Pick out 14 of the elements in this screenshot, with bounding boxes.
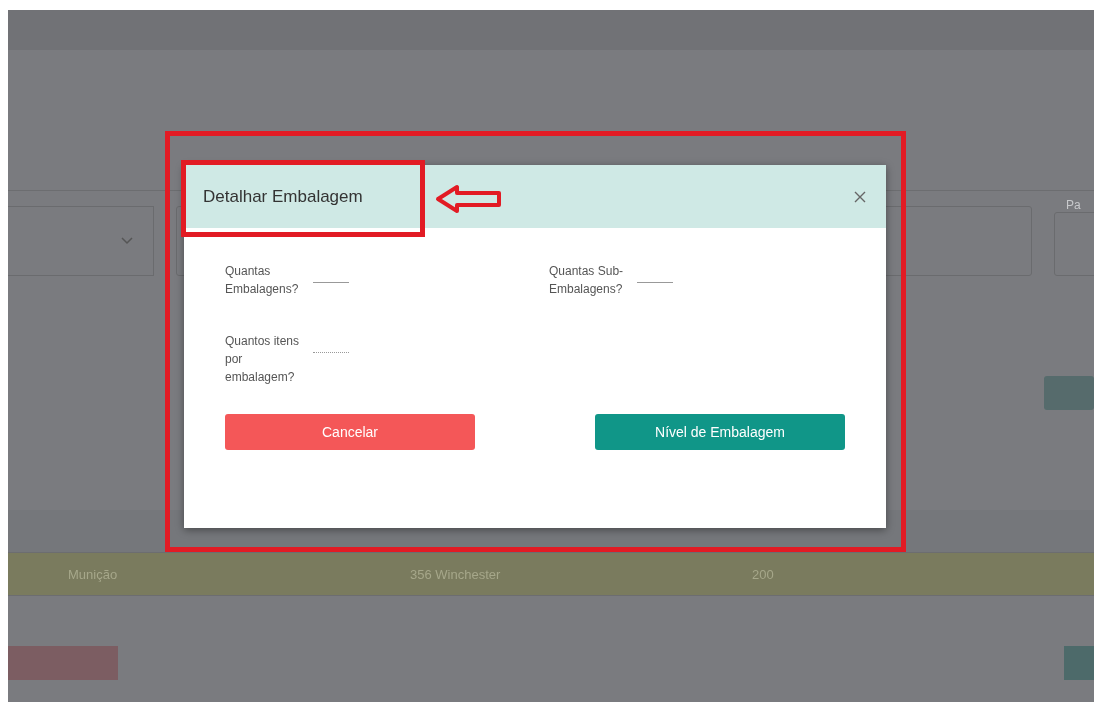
arrow-icon [435,184,503,214]
close-icon[interactable] [854,190,866,203]
select-field[interactable] [8,206,154,276]
action-button[interactable] [1044,376,1094,410]
cancel-button[interactable]: Cancelar [225,414,475,450]
field-label: Quantos itens por embalagem? [225,333,301,386]
submit-button[interactable]: Nível de Embalagem [595,414,845,450]
action-button[interactable] [1064,646,1094,680]
field-label: Pa [1066,198,1082,212]
field-label: Quantas Sub-Embalagens? [549,263,625,298]
action-button[interactable] [8,646,118,680]
chevron-down-icon [121,237,133,245]
dialog-title: Detalhar Embalagem [203,186,363,207]
field-label: Quantas Embalagens? [225,263,300,298]
